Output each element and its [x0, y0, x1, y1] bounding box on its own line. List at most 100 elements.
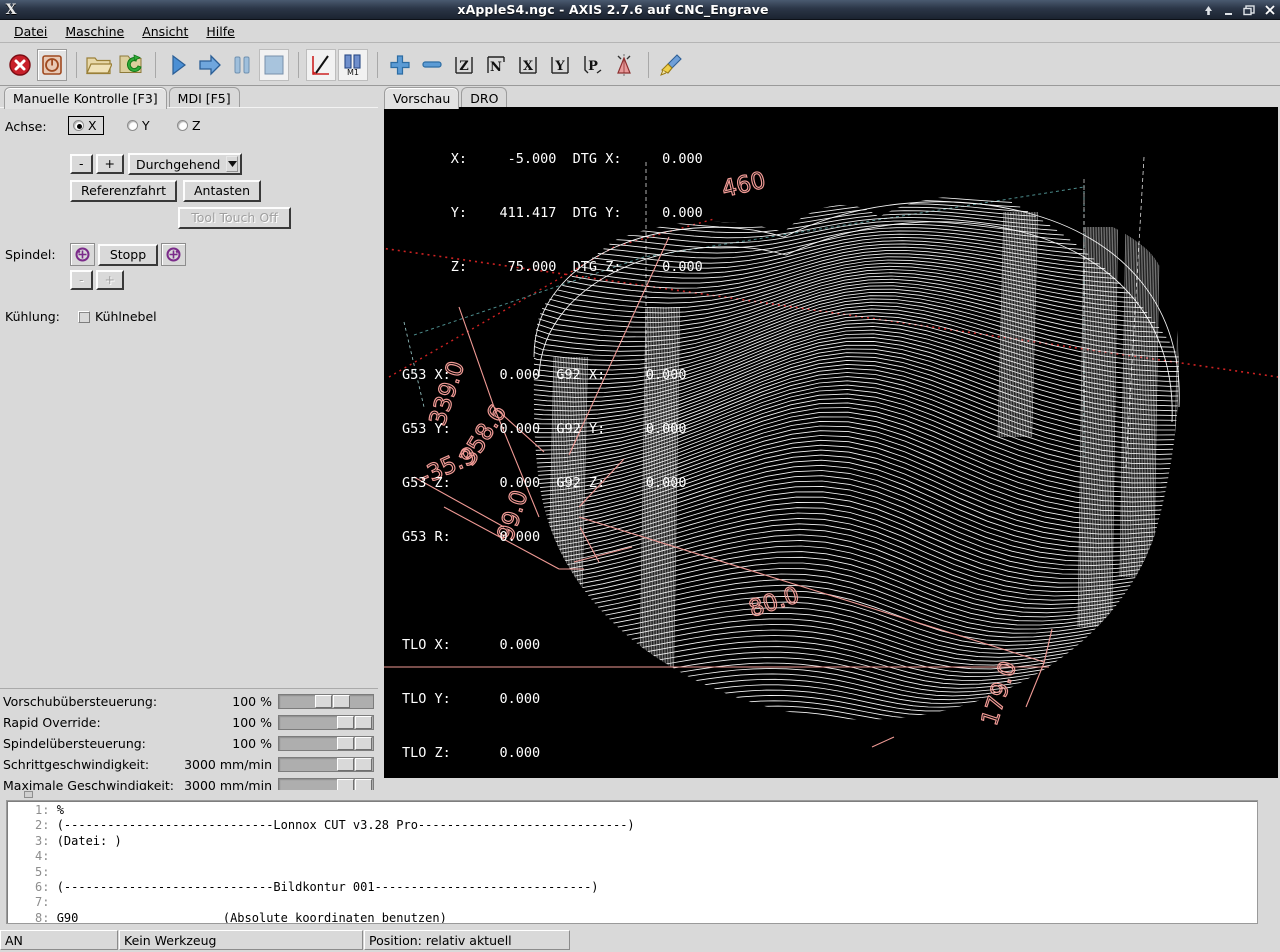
rapid-override-slider[interactable]	[278, 714, 374, 730]
slider-thumb2[interactable]	[333, 694, 350, 708]
svg-text:N: N	[490, 60, 502, 75]
toolpath-wall-line	[1148, 216, 1156, 578]
axis-radio-y-label: Y	[142, 118, 150, 133]
menu-ansicht[interactable]: Ansicht	[134, 22, 196, 41]
spindle-cw-icon[interactable]	[161, 243, 186, 266]
zoom-in-icon[interactable]	[385, 49, 415, 81]
toolpath-wall-line	[1023, 211, 1031, 438]
slider-thumb[interactable]	[315, 694, 332, 708]
slider-thumb[interactable]	[337, 715, 354, 729]
open-file-icon[interactable]	[84, 49, 114, 81]
spindle-override-slider[interactable]	[278, 735, 374, 751]
toolpath-wall-line	[1151, 216, 1159, 578]
view-x-icon[interactable]: X	[513, 49, 543, 81]
toolpath-wall-line	[1121, 216, 1129, 578]
jog-increment-select[interactable]: Durchgehend	[128, 153, 242, 175]
left-tabs: Manuelle Kontrolle [F3] MDI [F5]	[4, 86, 242, 109]
jog-plus-button[interactable]: +	[95, 154, 124, 174]
tool-cone-icon[interactable]	[609, 49, 639, 81]
view-z2-icon[interactable]: N	[481, 49, 511, 81]
gcode-line: 8: G90 (Absolute koordinaten benutzen)	[7, 911, 1257, 923]
step-program-icon[interactable]	[195, 49, 225, 81]
toolpath-contour	[657, 684, 1049, 708]
radio-dot-y	[127, 120, 138, 131]
gl-backplot-canvas[interactable]: 460 339.0 358.6 -35.9 99.0 80.0 179.0 X:…	[384, 107, 1278, 778]
menu-datei[interactable]: Datei	[6, 22, 55, 41]
touch-off-button[interactable]: Antasten	[183, 180, 261, 202]
manual-control-panel: Manuelle Kontrolle [F3] MDI [F5] Achse: …	[0, 86, 378, 790]
slider-thumb2[interactable]	[355, 757, 372, 771]
toolpath-wall-line	[1197, 267, 1203, 537]
machine-power-icon[interactable]	[37, 48, 67, 81]
gcode-line-number: 5:	[35, 864, 50, 879]
axis-label-row: Achse:	[5, 119, 47, 134]
menu-maschine[interactable]: Maschine	[57, 22, 132, 41]
menu-hilfe-label: Hilfe	[206, 24, 235, 39]
toolpath-wall-line	[1172, 266, 1179, 538]
minimize-icon[interactable]	[1223, 5, 1234, 16]
toolpath-wall-line	[1175, 266, 1179, 538]
toolpath-wall-line	[1031, 211, 1039, 438]
checkbox-box-mist	[78, 310, 90, 323]
toggle-block-delete-icon[interactable]	[306, 48, 336, 81]
toggle-optional-stop-icon[interactable]: M1	[338, 48, 368, 81]
tool-touch-off-button: Tool Touch Off	[178, 207, 291, 229]
gcode-line-text: (-----------------------------Lonnox CUT…	[56, 818, 635, 833]
toolpath-contour	[656, 203, 1029, 218]
window-title: xAppleS4.ngc - AXIS 2.7.6 auf CNC_Engrav…	[457, 2, 769, 17]
axis-radio-x[interactable]: X	[68, 116, 104, 135]
axis-radio-y[interactable]: Y	[127, 118, 150, 133]
toolpath-wall-line	[1026, 211, 1034, 438]
home-button[interactable]: Referenzfahrt	[70, 180, 177, 202]
spindle-stop-button[interactable]: Stopp	[98, 243, 158, 266]
stop-program-icon[interactable]	[259, 48, 289, 81]
axis-radio-z[interactable]: Z	[177, 118, 201, 133]
dro-line: G53 Y: 0.000 G92 Y: 0.000	[402, 421, 687, 437]
toolpath-wall-line	[1146, 216, 1154, 578]
gcode-line-number: 6:	[35, 880, 50, 895]
maximize-icon[interactable]	[1243, 4, 1255, 16]
view-z-icon[interactable]: Z	[449, 49, 479, 81]
toolpath-wall-line	[1015, 211, 1023, 438]
view-y-icon[interactable]: Y	[545, 49, 575, 81]
gcode-text-area[interactable]: 1: % 2: (-----------------------------Lo…	[6, 800, 1258, 924]
pause-program-icon[interactable]	[227, 49, 257, 81]
run-program-icon[interactable]	[163, 49, 193, 81]
estop-toggle-icon[interactable]	[5, 49, 35, 81]
toolpath-wall-line	[1091, 226, 1099, 628]
jog-speed-slider[interactable]	[278, 756, 374, 772]
close-icon[interactable]	[1264, 4, 1276, 16]
svg-text:M1: M1	[347, 68, 359, 76]
zoom-out-icon[interactable]	[417, 49, 447, 81]
gcode-line: 5:	[7, 865, 1257, 880]
spindle-ccw-icon[interactable]	[70, 243, 95, 266]
dro-line: Z: 75.000 DTG Z: 0.000	[402, 259, 703, 275]
gcode-line: 1: %	[7, 803, 1257, 818]
toolpath-contour	[648, 206, 1036, 223]
tab-manuelle-kontrolle[interactable]: Manuelle Kontrolle [F3]	[4, 87, 167, 109]
slider-thumb2[interactable]	[355, 736, 372, 750]
panel-resize-gripper[interactable]	[24, 791, 33, 798]
toolpath-wall-line	[1011, 211, 1019, 438]
toolpath-wall-line	[1177, 266, 1179, 538]
shade-icon[interactable]	[1203, 5, 1214, 16]
window-controls	[1203, 0, 1276, 20]
tab-mdi[interactable]: MDI [F5]	[168, 87, 240, 109]
axis-label: Achse:	[5, 119, 47, 134]
tab-vorschau[interactable]: Vorschau	[384, 87, 460, 109]
tab-dro[interactable]: DRO	[461, 87, 508, 109]
feed-override-slider[interactable]	[278, 693, 374, 709]
coolant-mist-checkbox[interactable]: Kühlnebel	[78, 309, 157, 324]
reload-file-icon[interactable]	[116, 49, 146, 81]
gcode-line-text: (-----------------------------Bildkontur…	[56, 880, 599, 895]
menu-hilfe[interactable]: Hilfe	[198, 22, 242, 41]
clear-backplot-icon[interactable]	[656, 49, 686, 81]
slider-thumb[interactable]	[337, 736, 354, 750]
toolpath-wall-line	[1107, 226, 1115, 628]
view-p-icon[interactable]: P	[577, 49, 607, 81]
jog-minus-button[interactable]: -	[70, 154, 93, 174]
slider-thumb[interactable]	[337, 757, 354, 771]
slider-thumb2[interactable]	[355, 715, 372, 729]
toolpath-wall-line	[1088, 226, 1096, 628]
toolpath-wall-line	[1109, 226, 1117, 628]
